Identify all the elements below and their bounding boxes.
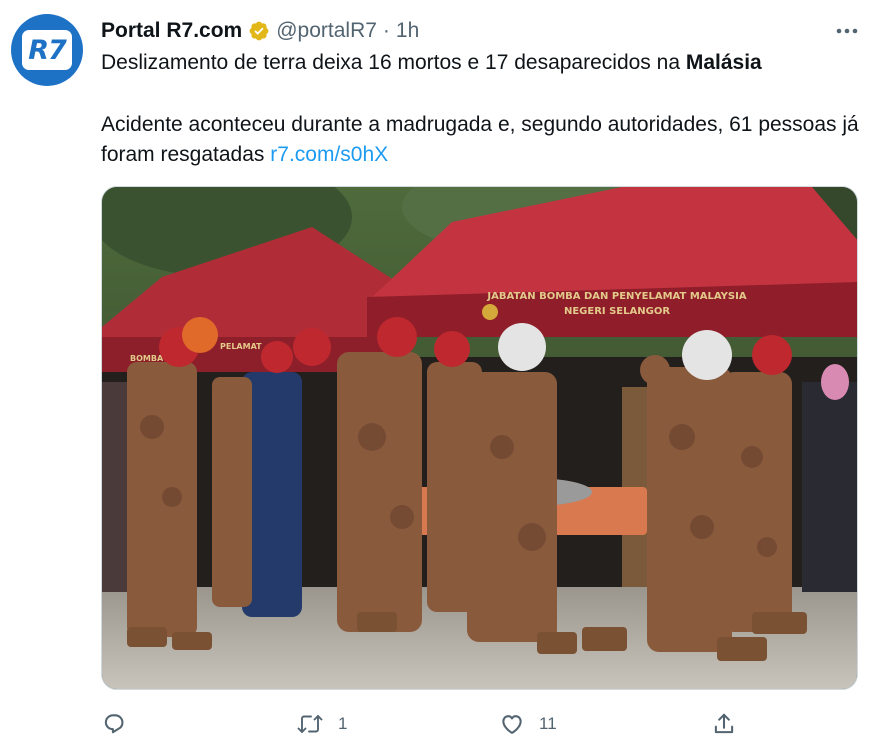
tent-left-text2: PELAMAT (220, 342, 262, 351)
author-handle[interactable]: @portalR7 (276, 19, 377, 43)
avatar[interactable]: R7 (11, 14, 83, 86)
reply-icon (101, 711, 127, 737)
tent-banner-line2: NEGERI SELANGOR (564, 306, 670, 317)
like-icon (499, 711, 525, 737)
headline-text: Deslizamento de terra deixa 16 mortos e … (101, 51, 686, 74)
tent-banner-line1: JABATAN BOMBA DAN PENYELAMAT MALAYSIA (486, 291, 746, 302)
verified-badge-icon (248, 20, 270, 42)
avatar-logo: R7 (22, 30, 72, 70)
tweet-link[interactable]: r7.com/s0hX (270, 143, 388, 166)
tweet-text-headline: Deslizamento de terra deixa 16 mortos e … (101, 48, 861, 78)
tweet-photo[interactable]: JABATAN BOMBA DAN PENYELAMAT MALAYSIA NE… (101, 186, 858, 690)
retweet-button[interactable]: 1 (296, 706, 347, 742)
photo-scene: JABATAN BOMBA DAN PENYELAMAT MALAYSIA NE… (102, 187, 857, 689)
tweet-header: Portal R7.com @portalR7 · 1h (101, 14, 419, 48)
like-button[interactable]: 11 (499, 706, 557, 742)
author-name[interactable]: Portal R7.com (101, 19, 242, 43)
reply-button[interactable] (101, 706, 141, 742)
tweet-time[interactable]: 1h (396, 19, 419, 43)
retweet-count: 1 (338, 714, 348, 733)
separator-dot: · (382, 19, 390, 42)
tweet-text-body: Acidente aconteceu durante a madrugada e… (101, 110, 861, 170)
tweet-actions: 1 11 (101, 706, 841, 742)
share-button[interactable] (711, 706, 737, 742)
tent-left-text1: BOMBA (130, 354, 164, 363)
more-icon[interactable] (830, 18, 864, 44)
share-icon (711, 711, 737, 737)
headline-bold-text: Malásia (685, 51, 762, 74)
retweet-icon (296, 711, 324, 737)
like-count: 11 (539, 714, 557, 733)
body-text: Acidente aconteceu durante a madrugada e… (101, 113, 859, 166)
